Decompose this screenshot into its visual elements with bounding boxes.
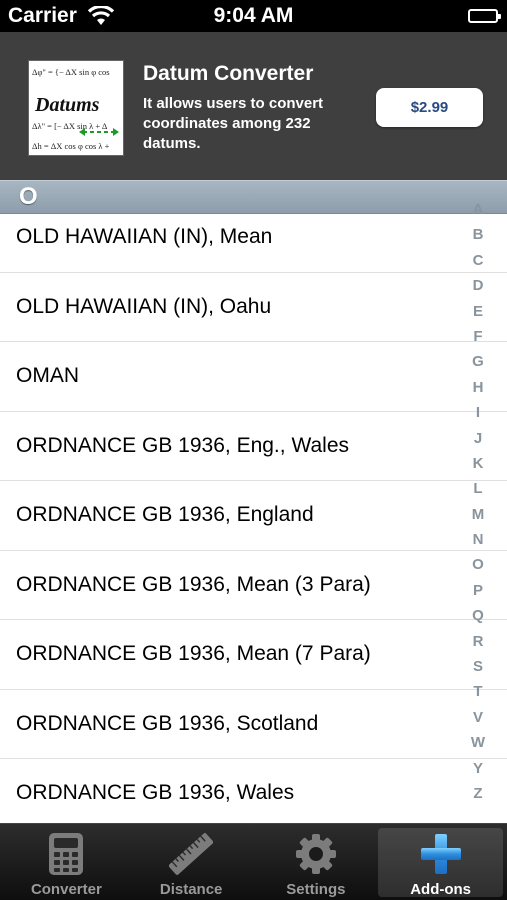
buy-button[interactable]: $2.99 (376, 88, 483, 127)
tab-distance-label: Distance (159, 881, 223, 898)
thumbnail-logo: Datums (35, 94, 100, 116)
index-letter-l[interactable]: L (473, 476, 482, 501)
banner-description: It allows users to convert coordinates a… (143, 95, 324, 152)
tab-add-ons[interactable]: Add-ons (378, 828, 503, 898)
plus-icon (419, 832, 463, 876)
thumbnail-equation: Δλ" = [− ΔX sin λ + Δ (32, 121, 108, 131)
index-letter-i[interactable]: I (476, 400, 480, 425)
list-item[interactable]: OMAN (0, 342, 507, 412)
index-letter-w[interactable]: W (471, 730, 485, 755)
tab-settings[interactable]: Settings (254, 828, 379, 900)
list-item[interactable]: ORDNANCE GB 1936, Mean (3 Para) (0, 551, 507, 620)
datum-label: ORDNANCE GB 1936, Mean (3 Para) (16, 572, 371, 596)
ruler-icon (169, 832, 214, 876)
index-letter-b[interactable]: B (473, 222, 484, 247)
thumbnail-equation: Δφ" = {− ΔX sin φ cos (32, 67, 110, 77)
index-letter-z[interactable]: Z (473, 781, 482, 806)
list-item[interactable]: ORDNANCE GB 1936, England (0, 481, 507, 551)
index-letter-t[interactable]: T (473, 679, 482, 704)
index-letter-q[interactable]: Q (472, 603, 484, 628)
status-bar: Carrier 9:04 AM (0, 0, 507, 32)
index-letter-c[interactable]: C (473, 248, 484, 273)
datum-label: OMAN (16, 364, 79, 388)
list-item[interactable]: ORDNANCE GB 1936, Mean (7 Para) (0, 620, 507, 690)
battery-icon (468, 9, 501, 23)
datum-label: ORDNANCE GB 1936, Mean (7 Para) (16, 642, 371, 666)
list-item[interactable]: ORDNANCE GB 1936, Eng., Wales (0, 412, 507, 481)
tab-settings-label: Settings (286, 881, 346, 898)
index-letter-o[interactable]: O (472, 552, 484, 577)
index-letter-n[interactable]: N (473, 527, 484, 552)
calculator-icon (44, 832, 88, 876)
banner-title: Datum Converter (143, 62, 314, 85)
index-letter-k[interactable]: K (473, 451, 484, 476)
list-item[interactable]: ORDNANCE GB 1936, Wales (0, 759, 507, 823)
datum-label: ORDNANCE GB 1936, England (16, 503, 314, 527)
index-letter-d[interactable]: D (473, 273, 484, 298)
index-letter-p[interactable]: P (473, 578, 483, 603)
index-letter-v[interactable]: V (473, 705, 483, 730)
index-letter-a[interactable]: A (473, 197, 484, 222)
datum-label: ORDNANCE GB 1936, Scotland (16, 711, 319, 735)
clock-label: 9:04 AM (213, 4, 294, 27)
addon-banner[interactable]: Δφ" = {− ΔX sin φ cos Datums Δλ" = [− ΔX… (0, 32, 507, 180)
tab-bar: Converter Distance Settings Add-ons (0, 823, 507, 900)
datum-label: OLD HAWAIIAN (IN), Oahu (16, 294, 272, 318)
index-letter-y[interactable]: Y (473, 756, 483, 781)
gear-icon (294, 832, 338, 876)
thumbnail-equation: Δh = ΔX cos φ cos λ + (32, 141, 110, 151)
index-letter-f[interactable]: F (473, 324, 482, 349)
datum-label: ORDNANCE GB 1936, Eng., Wales (16, 433, 350, 457)
datums-thumbnail: Δφ" = {− ΔX sin φ cos Datums Δλ" = [− ΔX… (28, 60, 124, 156)
datum-label: OLD HAWAIIAN (IN), Mean (16, 225, 273, 249)
section-index[interactable]: A B C D E F G H I J K L M N O P Q R S T … (470, 197, 486, 806)
index-letter-s[interactable]: S (473, 654, 483, 679)
index-letter-g[interactable]: G (472, 349, 484, 374)
datum-label: ORDNANCE GB 1936, Wales (16, 781, 295, 805)
datum-list[interactable]: OLD HAWAIIAN (IN), Mean OLD HAWAIIAN (IN… (0, 203, 507, 823)
tab-converter-label: Converter (30, 881, 102, 898)
index-letter-m[interactable]: M (472, 502, 485, 527)
tab-distance[interactable]: Distance (129, 828, 254, 900)
list-item[interactable]: ORDNANCE GB 1936, Scotland (0, 690, 507, 759)
list-item[interactable]: OLD HAWAIIAN (IN), Oahu (0, 273, 507, 342)
tab-converter[interactable]: Converter (4, 828, 129, 900)
index-letter-j[interactable]: J (474, 426, 482, 451)
index-letter-h[interactable]: H (473, 375, 484, 400)
index-letter-e[interactable]: E (473, 299, 483, 324)
list-item[interactable]: OLD HAWAIIAN (IN), Mean (0, 203, 507, 273)
index-letter-r[interactable]: R (473, 629, 484, 654)
tab-add-ons-label: Add-ons (410, 881, 472, 898)
